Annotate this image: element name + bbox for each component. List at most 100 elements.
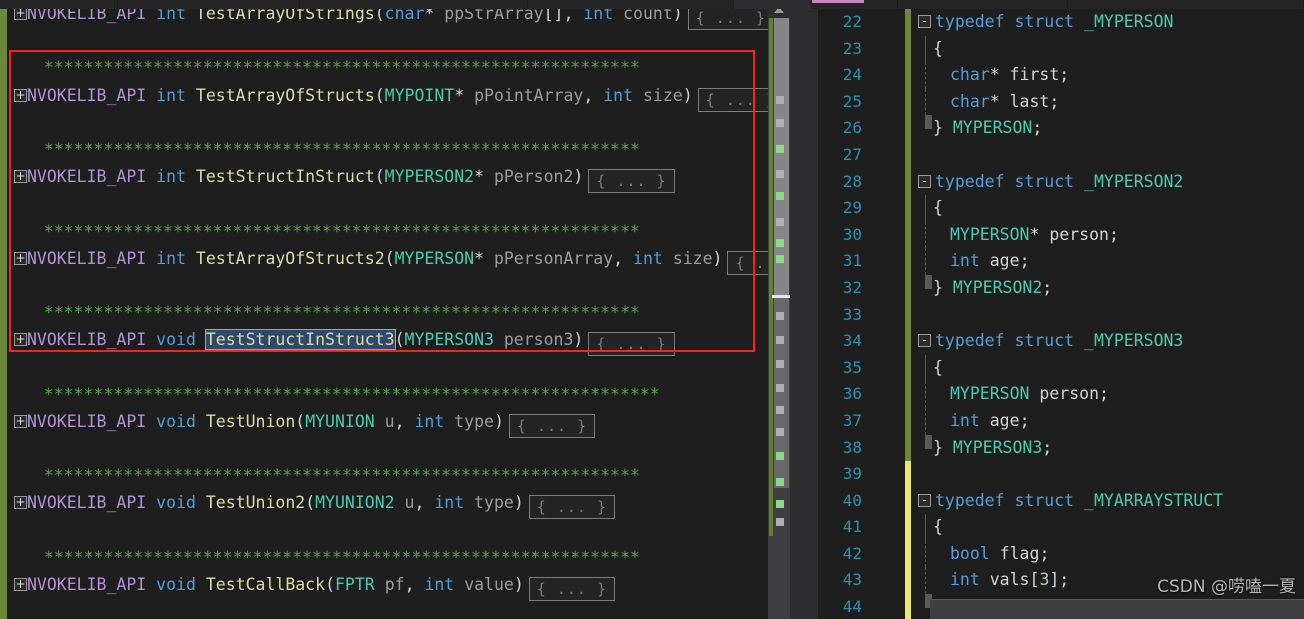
expand-plus-icon[interactable]: + [14, 170, 27, 184]
comment-text: ****************************************… [14, 466, 640, 486]
declaration-line[interactable]: +NVOKELIB_API int TestArrayOfStructs(MYP… [14, 82, 768, 112]
code-line[interactable]: 24 char* first; [790, 62, 1304, 89]
code-token: _MYARRAYSTRUCT [1084, 490, 1224, 510]
horizontal-scrollbar[interactable] [930, 599, 1304, 619]
change-bar [905, 35, 911, 63]
code-line[interactable]: 35 { [790, 354, 1304, 382]
code-token: NVOKELIB_API [27, 411, 147, 431]
code-line-blank[interactable] [14, 598, 768, 619]
comment-line[interactable]: ****************************************… [14, 299, 768, 326]
code-line[interactable]: 25 char* last; [790, 88, 1304, 116]
code-line[interactable]: 23 { [790, 35, 1304, 63]
expand-plus-icon[interactable]: + [14, 496, 27, 510]
declaration-line[interactable]: +NVOKELIB_API void TestUnion(MYUNION u, … [14, 408, 768, 438]
collapse-minus-icon[interactable]: - [918, 493, 931, 507]
code-line-blank[interactable] [14, 109, 768, 136]
comment-line[interactable]: ****************************************… [14, 544, 768, 571]
code-line-blank[interactable] [14, 27, 768, 54]
code-token: * [474, 167, 494, 187]
vertical-scrollbar[interactable] [768, 0, 792, 619]
expand-plus-icon[interactable]: + [14, 251, 27, 265]
comment-line[interactable]: ****************************************… [14, 218, 768, 245]
code-token: person3 [503, 330, 574, 350]
tab-segment[interactable] [898, 0, 1068, 9]
change-bar [905, 461, 911, 488]
tab-segment[interactable] [528, 0, 734, 9]
function-name: TestArrayOfStructs [195, 85, 375, 105]
code-token: value [464, 574, 514, 594]
tab-segment[interactable] [0, 0, 118, 9]
code-line[interactable]: 30 MYPERSON* person; [790, 221, 1304, 249]
tab-segment[interactable] [118, 0, 300, 9]
expand-plus-icon[interactable]: + [14, 414, 27, 428]
code-line[interactable]: 41 { [790, 514, 1304, 541]
code-line[interactable]: 34 - typedef struct _MYPERSON3 [790, 328, 1304, 355]
comment-text: ****************************************… [14, 58, 640, 78]
tab-segment[interactable] [1068, 0, 1304, 9]
line-number: 38 [842, 437, 862, 457]
code-token: pPerson2 [493, 167, 574, 187]
code-line[interactable]: 22 - typedef struct _MYPERSON [790, 9, 1304, 36]
code-line-blank[interactable] [14, 272, 768, 299]
code-token: int [156, 248, 186, 268]
comment-line[interactable]: ****************************************… [14, 136, 768, 163]
declaration-line[interactable]: +NVOKELIB_API void TestStructInStruct3(M… [14, 326, 768, 357]
code-line[interactable]: 29 { [790, 195, 1304, 222]
collapse-minus-icon[interactable]: - [918, 15, 931, 28]
code-line[interactable]: 31 int age; [790, 248, 1304, 275]
comment-line[interactable]: ****************************************… [14, 381, 768, 408]
code-token: int [156, 167, 186, 187]
left-editor-pane[interactable]: +NVOKELIB_API int TestArrayOfStrings(cha… [0, 0, 768, 619]
declaration-line[interactable]: +NVOKELIB_API int TestArrayOfStructs2(MY… [14, 245, 768, 275]
code-line[interactable]: 40 - typedef struct _MYARRAYSTRUCT [790, 487, 1304, 515]
comment-line[interactable]: ****************************************… [14, 54, 768, 81]
expand-plus-icon[interactable]: + [14, 88, 27, 102]
code-text: typedef struct _MYARRAYSTRUCT [935, 488, 1223, 515]
collapse-minus-icon[interactable]: - [918, 334, 931, 348]
right-code-area[interactable]: 22- typedef struct _MYPERSON 23{24 char* fi… [790, 9, 1304, 619]
right-editor-pane[interactable]: 22- typedef struct _MYPERSON 23{24 char* fi… [790, 0, 1304, 619]
code-token: typedef [935, 331, 1005, 351]
code-line[interactable]: 42 bool flag; [790, 540, 1304, 568]
code-token: ( [305, 493, 316, 513]
code-line-blank[interactable] [14, 353, 768, 380]
comment-line[interactable]: ****************************************… [14, 462, 768, 489]
left-code-area[interactable]: +NVOKELIB_API int TestArrayOfStrings(cha… [14, 0, 768, 619]
expand-plus-icon[interactable]: + [14, 577, 27, 591]
code-line[interactable]: 36 MYPERSON person; [790, 381, 1304, 408]
code-line-blank[interactable] [14, 517, 768, 544]
code-line[interactable]: 27 [790, 141, 1304, 169]
code-line[interactable]: 38} MYPERSON3; [790, 434, 1304, 462]
code-line[interactable]: 26} MYPERSON; [790, 115, 1304, 142]
code-line[interactable]: 32} MYPERSON2; [790, 274, 1304, 302]
code-line[interactable]: 33 [790, 301, 1304, 329]
expand-plus-icon[interactable]: + [14, 333, 27, 347]
code-token: ( [295, 411, 306, 431]
code-token: type [474, 493, 514, 513]
tab-segment[interactable] [300, 0, 528, 9]
code-token: typedef [935, 171, 1005, 191]
change-bar [905, 195, 911, 222]
code-token: age [989, 251, 1020, 271]
code-token: char [950, 65, 990, 85]
declaration-line[interactable]: +NVOKELIB_API void TestCallBack(FPTR pf,… [14, 571, 768, 601]
code-line[interactable]: 37 int age; [790, 407, 1304, 435]
code-line[interactable]: 28 - typedef struct _MYPERSON2 [790, 168, 1304, 196]
code-token: ]; [1049, 570, 1070, 590]
declaration-line[interactable]: +NVOKELIB_API void TestUnion2(MYUNION2 u… [14, 489, 768, 520]
scrollbar-marker [776, 478, 784, 486]
code-line[interactable]: 39 [790, 461, 1304, 488]
line-number: 44 [842, 597, 862, 617]
code-token: ( [384, 248, 395, 268]
collapse-minus-icon[interactable]: - [918, 174, 931, 188]
code-line-blank[interactable] [14, 190, 768, 217]
scrollbar-marker [776, 119, 784, 127]
scrollbar-marker [776, 384, 784, 392]
code-token: ; [1019, 410, 1030, 430]
declaration-line[interactable]: +NVOKELIB_API int TestStructInStruct(MYP… [14, 163, 768, 194]
code-line-blank[interactable] [14, 435, 768, 462]
